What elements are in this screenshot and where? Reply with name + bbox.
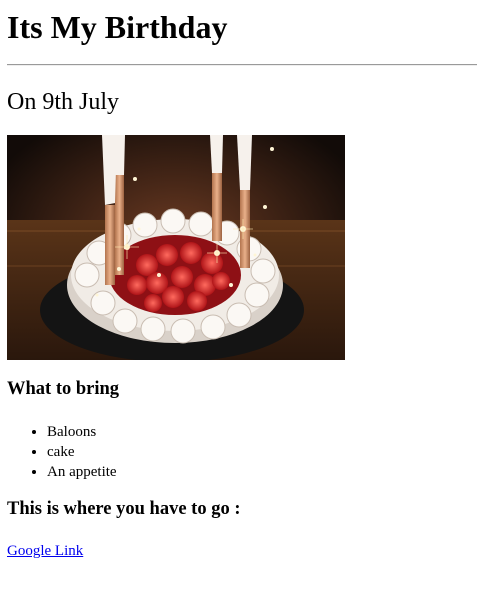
date-heading: On 9th July: [7, 89, 120, 115]
birthday-cake-image: [7, 135, 345, 360]
divider: [7, 64, 477, 66]
directions-heading: This is where you have to go :: [7, 499, 241, 519]
page-title: Its My Birthday: [7, 9, 228, 45]
google-link[interactable]: Google Link: [7, 542, 83, 560]
bring-heading: What to bring: [7, 379, 120, 399]
list-item: An appetite: [47, 462, 117, 482]
bring-list: Baloons cake An appetite: [7, 422, 117, 482]
list-item: Baloons: [47, 422, 117, 442]
list-item: cake: [47, 442, 117, 462]
